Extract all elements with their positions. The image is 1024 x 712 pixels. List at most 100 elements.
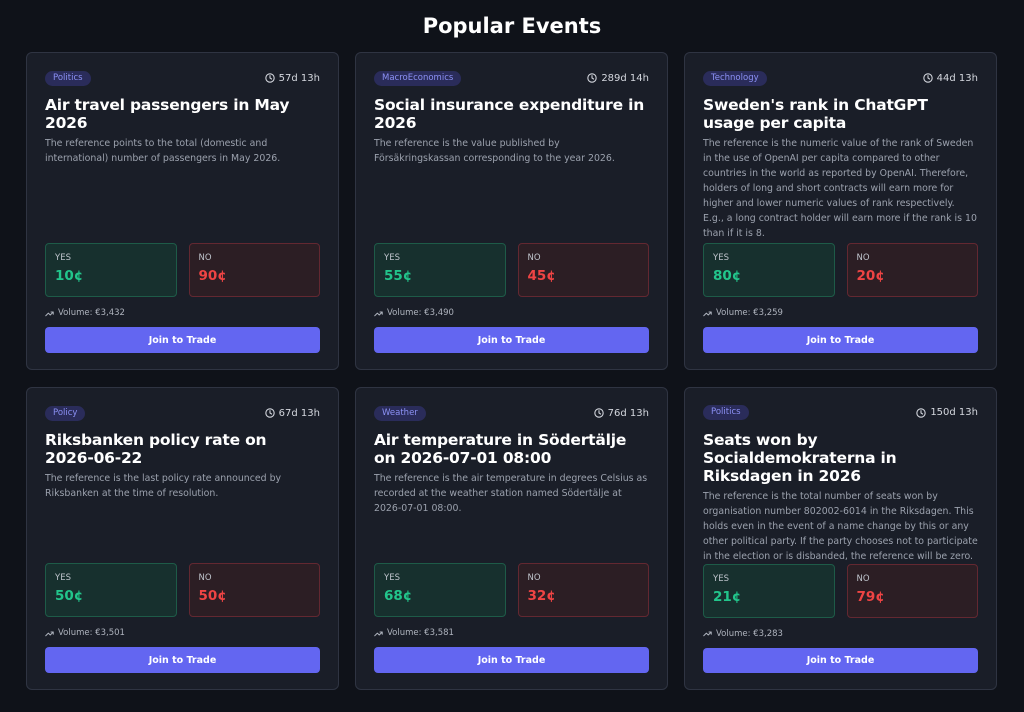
no-price: 20¢: [856, 268, 885, 284]
time-remaining: 150d 13h: [916, 407, 978, 418]
no-label: NO: [856, 573, 870, 584]
no-option[interactable]: NO 90¢: [188, 243, 320, 297]
trending-up-icon: [45, 631, 54, 636]
join-to-trade-button[interactable]: Join to Trade: [45, 647, 320, 673]
category-badge[interactable]: Technology: [703, 70, 767, 86]
clock-icon: [593, 408, 604, 418]
event-card: Policy 67d 13h Riksbanken policy rate on…: [26, 387, 339, 690]
outcome-options: YES 10¢ NO 90¢: [45, 243, 320, 297]
volume-info: Volume: €3,490: [374, 308, 649, 318]
volume-text: Volume: €3,581: [387, 628, 454, 638]
no-option[interactable]: NO 79¢: [846, 563, 978, 618]
event-card: Politics 57d 13h Air travel passengers i…: [26, 52, 339, 370]
yes-option[interactable]: YES 55¢: [374, 243, 506, 297]
clock-icon: [264, 73, 275, 83]
event-title[interactable]: Air travel passengers in May 2026: [45, 96, 320, 132]
volume-text: Volume: €3,283: [716, 628, 783, 639]
yes-label: YES: [384, 573, 400, 583]
event-title[interactable]: Riksbanken policy rate on 2026-06-22: [45, 431, 320, 467]
page-title: Popular Events: [422, 14, 602, 38]
event-title[interactable]: Social insurance expenditure in 2026: [374, 96, 649, 132]
time-remaining: 57d 13h: [264, 73, 320, 84]
yes-price: 21¢: [713, 588, 742, 605]
no-price: 32¢: [527, 588, 556, 604]
yes-label: YES: [713, 573, 729, 584]
trending-up-icon: [45, 311, 54, 316]
join-to-trade-button[interactable]: Join to Trade: [374, 327, 649, 353]
time-remaining-text: 289d 14h: [601, 72, 649, 84]
join-to-trade-button[interactable]: Join to Trade: [703, 327, 978, 353]
trending-up-icon: [374, 311, 383, 316]
time-remaining: 67d 13h: [264, 408, 320, 419]
card-header: Policy 67d 13h: [45, 405, 320, 421]
trending-up-icon: [703, 311, 712, 316]
yes-option[interactable]: YES 50¢: [45, 563, 177, 617]
volume-info: Volume: €3,259: [703, 308, 978, 318]
time-remaining: 44d 13h: [922, 73, 978, 84]
event-card: Technology 44d 13h Sweden's rank in Chat…: [684, 52, 997, 370]
yes-price: 50¢: [55, 588, 84, 604]
yes-price: 80¢: [713, 268, 742, 284]
volume-text: Volume: €3,259: [716, 308, 783, 318]
card-header: Weather 76d 13h: [374, 405, 649, 421]
no-price: 90¢: [198, 268, 227, 284]
volume-info: Volume: €3,283: [703, 629, 978, 639]
outcome-options: YES 80¢ NO 20¢: [703, 243, 978, 297]
category-badge[interactable]: Weather: [374, 405, 426, 421]
event-card: MacroEconomics 289d 14h Social insurance…: [355, 52, 668, 370]
card-header: Politics 57d 13h: [45, 70, 320, 86]
event-card: Politics 150d 13h Seats won by Socialdem…: [684, 387, 997, 690]
volume-text: Volume: €3,490: [387, 308, 454, 318]
category-badge[interactable]: MacroEconomics: [374, 70, 462, 86]
category-badge[interactable]: Politics: [703, 405, 749, 421]
event-title[interactable]: Sweden's rank in ChatGPT usage per capit…: [703, 96, 978, 132]
volume-text: Volume: €3,432: [58, 308, 125, 318]
card-header: Politics 150d 13h: [703, 405, 978, 421]
yes-option[interactable]: YES 68¢: [374, 563, 506, 617]
yes-label: YES: [713, 253, 729, 263]
yes-option[interactable]: YES 21¢: [703, 563, 835, 618]
event-description: The reference points to the total (domes…: [45, 138, 281, 164]
no-price: 79¢: [856, 588, 885, 605]
trending-up-icon: [703, 631, 712, 637]
event-description: The reference is the total number of sea…: [703, 490, 978, 562]
no-option[interactable]: NO 45¢: [517, 243, 649, 297]
events-grid: Politics 57d 13h Air travel passengers i…: [26, 52, 997, 690]
no-label: NO: [198, 253, 212, 263]
no-option[interactable]: NO 20¢: [846, 243, 978, 297]
event-title[interactable]: Seats won by Socialdemokraterna in Riksd…: [703, 431, 978, 485]
event-description: The reference is the value published by …: [374, 138, 615, 164]
outcome-options: YES 21¢ NO 79¢: [703, 563, 978, 618]
yes-price: 68¢: [384, 588, 413, 604]
card-header: Technology 44d 13h: [703, 70, 978, 86]
clock-icon: [922, 73, 933, 83]
event-title[interactable]: Air temperature in Södertälje on 2026-07…: [374, 431, 649, 467]
outcome-options: YES 50¢ NO 50¢: [45, 563, 320, 617]
category-badge[interactable]: Politics: [45, 70, 91, 86]
volume-info: Volume: €3,432: [45, 308, 320, 318]
no-price: 50¢: [198, 588, 227, 604]
no-label: NO: [527, 573, 541, 583]
outcome-options: YES 68¢ NO 32¢: [374, 563, 649, 617]
volume-text: Volume: €3,501: [58, 628, 125, 638]
event-card: Weather 76d 13h Air temperature in Söder…: [355, 387, 668, 690]
no-price: 45¢: [527, 268, 556, 284]
yes-option[interactable]: YES 10¢: [45, 243, 177, 297]
event-description: The reference is the last policy rate an…: [45, 473, 282, 499]
time-remaining: 76d 13h: [593, 408, 649, 419]
yes-price: 55¢: [384, 268, 413, 284]
no-option[interactable]: NO 32¢: [517, 563, 649, 617]
join-to-trade-button[interactable]: Join to Trade: [374, 647, 649, 673]
join-to-trade-button[interactable]: Join to Trade: [703, 647, 978, 673]
yes-label: YES: [55, 253, 71, 263]
time-remaining-text: 150d 13h: [930, 407, 978, 419]
clock-icon: [587, 73, 598, 83]
yes-label: YES: [55, 573, 71, 583]
no-label: NO: [198, 573, 212, 583]
no-option[interactable]: NO 50¢: [188, 563, 320, 617]
yes-option[interactable]: YES 80¢: [703, 243, 835, 297]
join-to-trade-button[interactable]: Join to Trade: [45, 327, 320, 353]
category-badge[interactable]: Policy: [45, 405, 86, 421]
yes-price: 10¢: [55, 268, 84, 284]
volume-info: Volume: €3,501: [45, 628, 320, 638]
